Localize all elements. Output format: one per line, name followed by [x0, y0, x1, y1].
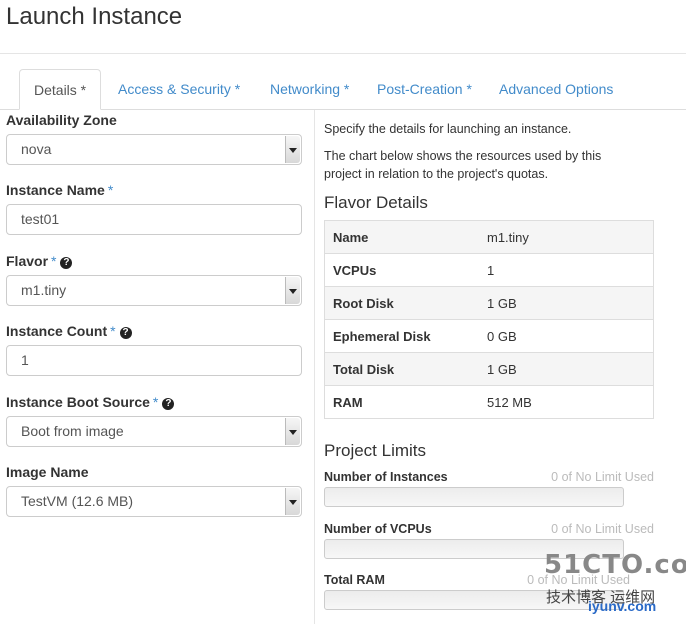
watermark-logo-text: 51CTO.com: [544, 550, 686, 580]
chevron-down-icon: [285, 136, 300, 163]
help-icon[interactable]: ?: [119, 327, 132, 339]
help-icon[interactable]: ?: [162, 398, 175, 410]
chevron-down-icon: [285, 488, 300, 515]
flavor-detail-key: Root Disk: [324, 286, 479, 320]
availability-zone-select[interactable]: nova: [6, 134, 302, 165]
column-divider: [314, 110, 315, 624]
tab-networking[interactable]: Networking *: [256, 69, 363, 109]
watermark-url: iyunv.com: [588, 598, 657, 614]
flavor-detail-value: 1: [479, 253, 654, 287]
boot-source-select[interactable]: Boot from image: [6, 416, 302, 447]
chevron-down-icon: [285, 277, 300, 304]
flavor-detail-key: Ephemeral Disk: [324, 319, 479, 353]
instance-count-label: Instance Count *?: [6, 323, 132, 339]
flavor-detail-key: RAM: [324, 385, 479, 419]
image-name-value: TestVM (12.6 MB): [21, 493, 134, 509]
table-row: Name m1.tiny: [324, 220, 654, 254]
flavor-select[interactable]: m1.tiny: [6, 275, 302, 306]
table-row: VCPUs 1: [324, 253, 654, 287]
watermark: 51CTO.com 技术博客 运维网 iyunv.com: [544, 550, 686, 624]
table-row: Root Disk 1 GB: [324, 286, 654, 320]
boot-source-label: Instance Boot Source *?: [6, 394, 175, 410]
table-row: RAM 512 MB: [324, 385, 654, 419]
tab-advanced-options[interactable]: Advanced Options: [485, 69, 627, 109]
flavor-details-title: Flavor Details: [324, 193, 428, 212]
help-icon[interactable]: ?: [60, 257, 73, 269]
instance-count-value: 1: [21, 352, 29, 368]
flavor-detail-key: Name: [324, 220, 479, 254]
limit-vcpus-label: Number of VCPUs: [324, 522, 432, 536]
help-text-intro: Specify the details for launching an ins…: [324, 122, 572, 136]
flavor-detail-key: Total Disk: [324, 352, 479, 386]
page-title: Launch Instance: [6, 3, 183, 30]
flavor-details-table: Name m1.tiny VCPUs 1 Root Disk 1 GB Ephemer…: [324, 220, 654, 419]
flavor-detail-value: 0 GB: [479, 319, 654, 353]
table-row: Total Disk 1 GB: [324, 352, 654, 386]
instance-name-value: test01: [21, 211, 60, 227]
tab-post-creation[interactable]: Post-Creation *: [363, 69, 486, 109]
flavor-detail-key: VCPUs: [324, 253, 479, 287]
flavor-label: Flavor *?: [6, 253, 73, 269]
flavor-value: m1.tiny: [21, 282, 67, 298]
instance-name-input[interactable]: test01: [6, 204, 302, 235]
boot-source-value: Boot from image: [21, 423, 124, 439]
instance-name-label: Instance Name *: [6, 182, 114, 198]
limit-ram-label: Total RAM: [324, 573, 385, 587]
chevron-down-icon: [285, 418, 300, 445]
title-divider: [0, 53, 686, 54]
limit-instances-used: 0 of No Limit Used: [551, 470, 654, 484]
tab-details[interactable]: Details *: [19, 69, 102, 110]
tab-bar: Details * Access & Security * Networking…: [0, 69, 686, 110]
limit-instances-label: Number of Instances: [324, 470, 448, 484]
image-name-select[interactable]: TestVM (12.6 MB): [6, 486, 302, 517]
flavor-detail-value: 512 MB: [479, 385, 654, 419]
flavor-detail-value: m1.tiny: [479, 220, 654, 254]
limit-instances-bar: [324, 487, 624, 507]
project-limits-title: Project Limits: [324, 441, 427, 460]
table-row: Ephemeral Disk 0 GB: [324, 319, 654, 353]
flavor-detail-value: 1 GB: [479, 352, 654, 386]
limit-vcpus-used: 0 of No Limit Used: [551, 522, 654, 536]
availability-zone-label: Availability Zone: [6, 112, 117, 128]
instance-count-input[interactable]: 1: [6, 345, 302, 376]
flavor-detail-value: 1 GB: [479, 286, 654, 320]
help-text-chart: The chart below shows the resources used…: [324, 149, 602, 181]
image-name-label: Image Name: [6, 464, 89, 480]
tab-access-security[interactable]: Access & Security *: [104, 69, 254, 109]
availability-zone-value: nova: [21, 141, 52, 157]
